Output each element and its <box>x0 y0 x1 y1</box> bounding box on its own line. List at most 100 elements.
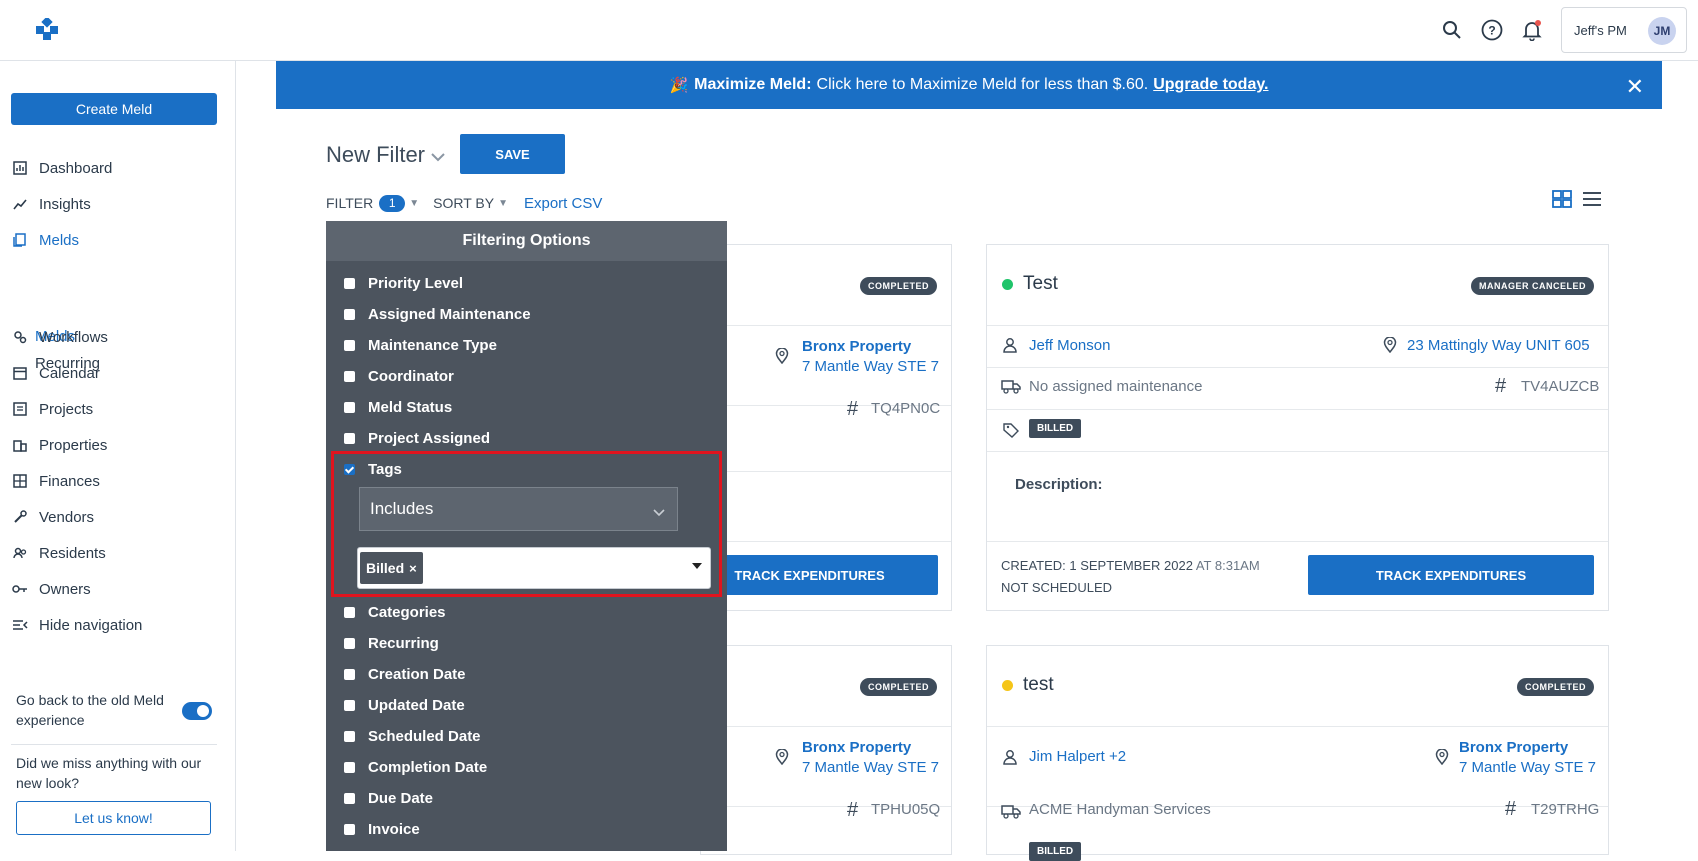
card-divider <box>701 471 951 472</box>
property-name-link[interactable]: Bronx Property <box>802 338 911 355</box>
option-label: Updated Date <box>368 696 465 714</box>
checkbox[interactable] <box>344 668 355 680</box>
truck-icon <box>1001 379 1021 399</box>
sidebar-item-hide-navigation[interactable]: Hide navigation <box>12 613 142 637</box>
sidebar-item-residents[interactable]: Residents <box>12 541 106 565</box>
billed-tag: BILLED <box>1029 419 1082 438</box>
sidebar-item-dashboard[interactable]: Dashboard <box>12 156 112 180</box>
property-name-link[interactable]: Bronx Property <box>1459 739 1568 756</box>
sidebar-item-finances[interactable]: Finances <box>12 469 100 493</box>
sidebar-item-melds[interactable]: Melds <box>12 228 79 252</box>
sidebar-item-calendar[interactable]: Calendar <box>12 361 100 385</box>
property-address-link[interactable]: 7 Mantle Way STE 7 <box>1459 759 1596 776</box>
vendors-icon <box>12 509 28 525</box>
old-experience-toggle[interactable] <box>182 702 212 720</box>
finances-icon <box>12 473 28 489</box>
upgrade-link[interactable]: Upgrade today. <box>1153 76 1268 94</box>
meld-title[interactable]: test <box>1023 674 1054 696</box>
create-meld-button[interactable]: Create Meld <box>11 93 217 125</box>
filter-label: FILTER <box>326 195 374 211</box>
filter-option-due-date[interactable]: Due Date <box>344 788 433 808</box>
checkbox[interactable] <box>344 401 355 413</box>
track-expenditures-button[interactable]: TRACK EXPENDITURES <box>1308 555 1594 595</box>
filter-option-coordinator[interactable]: Coordinator <box>344 366 454 386</box>
property-address-link[interactable]: 7 Mantle Way STE 7 <box>802 358 939 375</box>
meld-card[interactable]: test COMPLETED Jim Halpert +2 Bronx Prop… <box>986 645 1609 861</box>
card-divider <box>987 451 1608 452</box>
option-label: Maintenance Type <box>368 336 497 354</box>
close-icon[interactable]: ✕ <box>1626 74 1644 100</box>
checkbox[interactable] <box>344 699 355 711</box>
grid-view-icon[interactable] <box>1552 190 1572 213</box>
status-dot <box>1002 279 1013 290</box>
svg-text:?: ? <box>1488 24 1495 38</box>
filter-option-updated-date[interactable]: Updated Date <box>344 695 465 715</box>
help-icon[interactable]: ? <box>1479 17 1505 43</box>
filter-option-scheduled-date[interactable]: Scheduled Date <box>344 726 481 746</box>
search-icon[interactable] <box>1439 17 1465 43</box>
filter-option-priority-level[interactable]: Priority Level <box>344 273 463 293</box>
resident-link[interactable]: Jeff Monson <box>1029 337 1110 354</box>
list-view-icon[interactable] <box>1582 190 1602 213</box>
checkbox[interactable] <box>344 637 355 649</box>
sidebar-item-insights[interactable]: Insights <box>12 192 91 216</box>
sidebar-item-workflows[interactable]: Workflows <box>12 325 108 349</box>
property-address-link[interactable]: 7 Mantle Way STE 7 <box>802 759 939 776</box>
filter-option-assigned-maintenance[interactable]: Assigned Maintenance <box>344 304 531 324</box>
checkbox[interactable] <box>344 370 355 382</box>
sidebar-item-properties[interactable]: Properties <box>12 433 107 457</box>
property-name-link[interactable]: Bronx Property <box>802 739 911 756</box>
checkbox[interactable] <box>344 823 355 835</box>
location-pin-icon <box>775 347 789 369</box>
top-bar: ? Jeff's PM JM <box>0 0 1698 61</box>
owners-key-icon <box>12 581 28 597</box>
sidebar-item-projects[interactable]: Projects <box>12 397 93 421</box>
sidebar-item-label: Projects <box>39 400 94 418</box>
filter-option-recurring[interactable]: Recurring <box>344 633 439 653</box>
upgrade-banner[interactable]: 🎉 Maximize Meld: Click here to Maximize … <box>276 61 1662 109</box>
created-date: CREATED: 1 SEPTEMBER 2022 AT 8:31AM <box>1001 558 1260 573</box>
option-label: Categories <box>368 603 446 621</box>
filter-name-dropdown[interactable]: New Filter <box>326 142 445 168</box>
sidebar-item-owners[interactable]: Owners <box>12 577 91 601</box>
meld-logo-icon[interactable] <box>36 16 58 40</box>
sidebar-item-label: Dashboard <box>39 159 113 177</box>
resident-link[interactable]: Jim Halpert +2 <box>1029 748 1126 765</box>
checkbox[interactable] <box>344 308 355 320</box>
account-menu[interactable]: Jeff's PM JM <box>1561 7 1687 53</box>
filter-option-categories[interactable]: Categories <box>344 602 446 622</box>
checkbox[interactable] <box>344 730 355 742</box>
meld-card[interactable]: COMPLETED Bronx Property 7 Mantle Way ST… <box>700 645 952 855</box>
checkbox[interactable] <box>344 339 355 351</box>
hash-icon: # <box>1505 798 1517 820</box>
filter-toggle[interactable]: FILTER 1 ▼ <box>326 194 419 212</box>
filter-option-invoice[interactable]: Invoice <box>344 819 420 839</box>
notifications-bell-icon[interactable] <box>1519 17 1545 43</box>
sidebar-item-vendors[interactable]: Vendors <box>12 505 94 529</box>
save-button[interactable]: SAVE <box>460 134 565 174</box>
meld-card[interactable]: Test MANAGER CANCELED Jeff Monson 23 Mat… <box>986 244 1609 611</box>
tag-icon <box>1003 422 1019 443</box>
export-csv-link[interactable]: Export CSV <box>524 195 602 212</box>
filter-option-meld-status[interactable]: Meld Status <box>344 397 452 417</box>
checkbox[interactable] <box>344 606 355 618</box>
checkbox[interactable] <box>344 432 355 444</box>
meld-title[interactable]: Test <box>1023 273 1058 295</box>
let-us-know-button[interactable]: Let us know! <box>16 801 211 835</box>
checkbox[interactable] <box>344 792 355 804</box>
checkbox[interactable] <box>344 277 355 289</box>
address-link[interactable]: 23 Mattingly Way UNIT 605 <box>1407 337 1590 354</box>
checkbox[interactable] <box>344 761 355 773</box>
sidebar-item-label: Residents <box>39 544 106 562</box>
filter-option-completion-date[interactable]: Completion Date <box>344 757 487 777</box>
melds-icon <box>12 232 28 248</box>
sidebar: Create Meld Dashboard Insights Melds Mel… <box>0 61 236 851</box>
filter-option-creation-date[interactable]: Creation Date <box>344 664 466 684</box>
filter-option-project-assigned[interactable]: Project Assigned <box>344 428 490 448</box>
billed-tag: BILLED <box>1029 842 1082 861</box>
sort-toggle[interactable]: SORT BY ▼ <box>433 195 508 211</box>
meld-card[interactable]: COMPLETED Bronx Property 7 Mantle Way ST… <box>681 244 952 611</box>
filter-option-maintenance-type[interactable]: Maintenance Type <box>344 335 497 355</box>
created-time: AT 8:31AM <box>1195 558 1260 573</box>
created-label: CREATED: 1 SEPTEMBER 2022 <box>1001 558 1193 573</box>
